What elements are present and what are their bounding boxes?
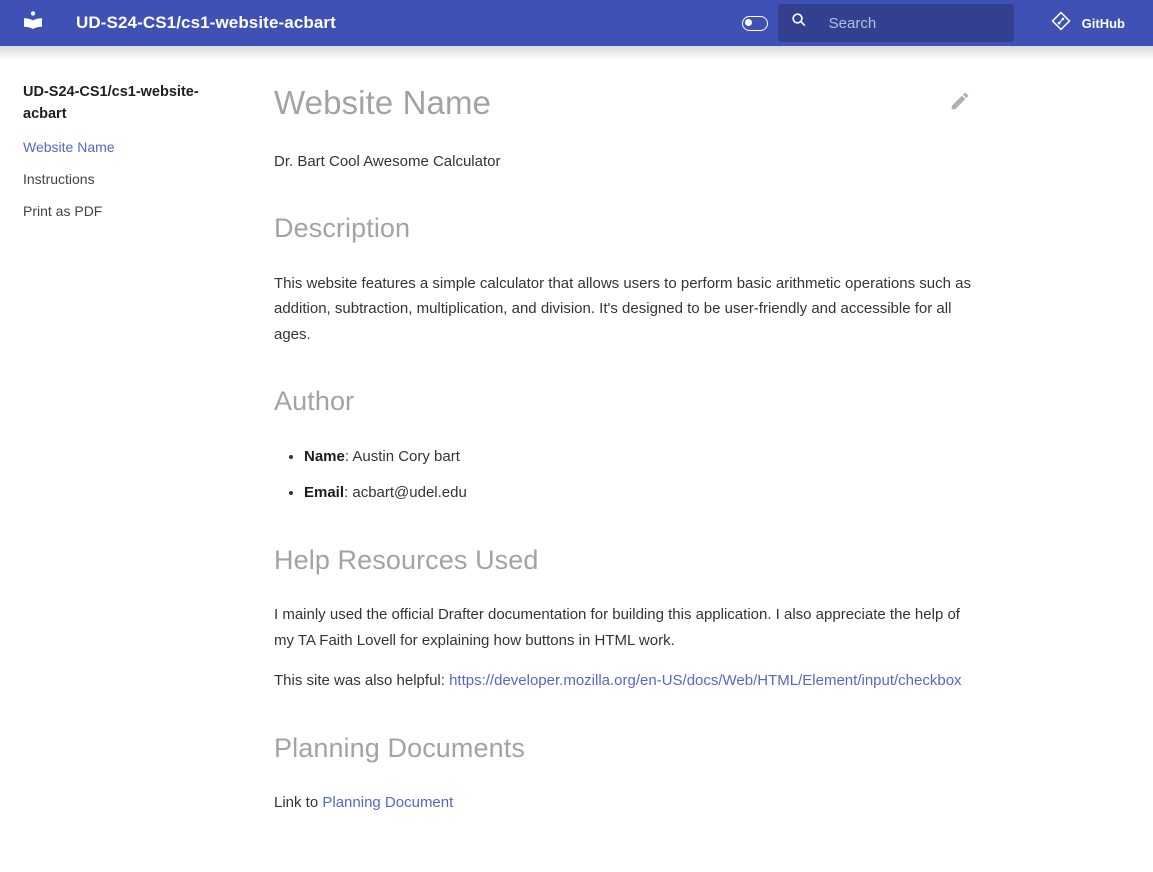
author-email-label: Email [304, 484, 345, 502]
mdn-checkbox-link[interactable]: https://developer.mozilla.org/en-US/docs… [449, 672, 961, 689]
help-resources-link-paragraph: This site was also helpful: https://deve… [274, 668, 972, 694]
description-paragraph: This website features a simple calculato… [274, 274, 971, 343]
site-title: UD-S24-CS1/cs1-website-acbart [76, 13, 336, 32]
library-book-icon [21, 9, 45, 38]
toggle-switch-icon [741, 15, 768, 31]
sidebar-item-label: Website Name [23, 138, 115, 155]
search-box[interactable] [777, 4, 1014, 42]
repository-label: GitHub [1081, 15, 1125, 31]
primary-sidebar: UD-S24-CS1/cs1-website-acbart Website Na… [0, 82, 242, 233]
section-heading-author: Author [274, 386, 355, 417]
page-body: UD-S24-CS1/cs1-website-acbart Website Na… [0, 46, 1153, 872]
list-item: Email: acbart@udel.edu [304, 480, 972, 506]
sidebar-item-instructions[interactable]: Instructions [23, 169, 230, 189]
repository-link[interactable]: GitHub [1050, 10, 1125, 37]
sidebar-title: UD-S24-CS1/cs1-website-acbart [23, 84, 199, 122]
planning-link-paragraph: Link to Planning Document [274, 790, 972, 816]
color-palette-toggle[interactable] [736, 4, 774, 42]
section-heading-description: Description [274, 213, 411, 244]
list-item: Name: Austin Cory bart [304, 444, 972, 470]
toggle-switch-thumb [744, 18, 752, 26]
search-icon [790, 11, 809, 35]
section-heading-planning-documents: Planning Documents [274, 732, 525, 763]
site-logo-button[interactable] [14, 4, 52, 42]
sidebar-item-label: Instructions [23, 170, 95, 187]
planning-document-link[interactable]: Planning Document [322, 794, 453, 811]
author-email-value: : acbart@udel.edu [344, 484, 467, 502]
intro-paragraph: Dr. Bart Cool Awesome Calculator [274, 152, 501, 170]
main-content: Website Name Dr. Bart Cool Awesome Calcu… [242, 82, 1142, 816]
sidebar-item-print-as-pdf[interactable]: Print as PDF [23, 201, 230, 221]
edit-page-button[interactable] [948, 91, 972, 115]
author-name-label: Name [304, 447, 345, 465]
sidebar-item-label: Print as PDF [23, 203, 103, 220]
site-header: UD-S24-CS1/cs1-website-acbart GitHub [0, 0, 1153, 46]
page-title-row: Website Name [274, 82, 972, 125]
planning-link-prefix: Link to [274, 794, 323, 812]
help-resources-paragraph: I mainly used the official Drafter docum… [274, 606, 960, 649]
section-heading-help-resources: Help Resources Used [274, 544, 539, 575]
author-list: Name: Austin Cory bart Email: acbart@ude… [274, 444, 972, 506]
search-input[interactable] [828, 14, 1002, 32]
sidebar-item-website-name[interactable]: Website Name [23, 137, 230, 157]
help-link-prefix: This site was also helpful: [274, 672, 450, 690]
git-diamond-icon [1050, 10, 1072, 37]
pencil-edit-icon [949, 90, 971, 117]
author-name-value: : Austin Cory bart [344, 447, 460, 465]
page-title: Website Name [274, 84, 492, 121]
